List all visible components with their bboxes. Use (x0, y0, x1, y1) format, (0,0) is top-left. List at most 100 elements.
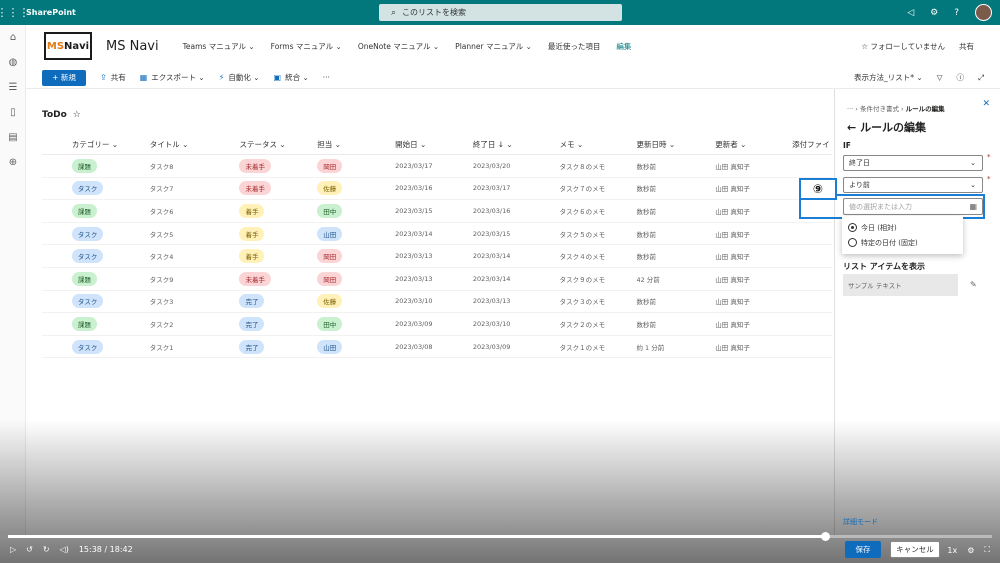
option-today-relative[interactable]: 今日 (相対) (848, 220, 957, 235)
table-row[interactable]: タスク タスク7 未着手 佐藤 2023/03/16 2023/03/17 タスク７のメモ 数… (42, 178, 832, 201)
title-cell[interactable]: タスク8 (150, 163, 174, 171)
megaphone-icon[interactable]: ◁ (907, 8, 914, 18)
modified-by-cell: 山田 真知子 (715, 207, 750, 216)
breadcrumb-more[interactable]: ··· (847, 105, 853, 113)
site-name[interactable]: MS Navi (106, 39, 159, 54)
more-button[interactable]: ··· (323, 73, 330, 82)
add-icon[interactable]: ⊕ (0, 150, 26, 175)
table-row[interactable]: 課題 タスク8 未着手 岡田 2023/03/17 2023/03/20 タスク８のメモ 数秒… (42, 155, 832, 178)
table-row[interactable]: 課題 タスク6 着手 田中 2023/03/15 2023/03/16 タスク６のメモ 数秒前… (42, 200, 832, 223)
paintbrush-icon[interactable]: ✎ (970, 280, 977, 289)
list-icon[interactable]: ☰ (0, 75, 26, 100)
advanced-mode-link[interactable]: 詳細モード (843, 517, 878, 527)
view-selector[interactable]: 表示方法_リスト* ⌄ (854, 72, 923, 83)
back-arrow-icon[interactable]: ← (847, 121, 856, 134)
filter-icon[interactable]: ▽ (937, 73, 943, 82)
panel-title: ← ルールの編集 (847, 119, 926, 135)
info-icon[interactable]: ⓘ (957, 72, 965, 83)
owner-pill: 佐藤 (317, 181, 343, 196)
table-row[interactable]: タスク タスク3 完了 佐藤 2023/03/10 2023/03/13 タスク３のメモ 数秒… (42, 291, 832, 314)
help-icon[interactable]: ? (954, 8, 959, 18)
title-cell[interactable]: タスク3 (150, 298, 174, 306)
header-end[interactable]: 終了日 ↓ ⌄ (473, 139, 560, 150)
header-title[interactable]: タイトル ⌄ (150, 139, 240, 150)
automate-button[interactable]: ⚡ 自動化 ⌄ (219, 72, 260, 83)
header-category[interactable]: カテゴリー ⌄ (72, 139, 150, 150)
owner-pill-container: 岡田 (317, 249, 395, 264)
speed-button[interactable]: 1x (947, 546, 957, 555)
title-cell[interactable]: タスク1 (150, 344, 174, 352)
table-row[interactable]: 課題 タスク9 未着手 岡田 2023/03/13 2023/03/14 タスク９のメモ 42… (42, 268, 832, 291)
header-memo[interactable]: メモ ⌄ (560, 139, 637, 150)
memo-cell-container: タスク７のメモ (560, 183, 637, 193)
table-row[interactable]: タスク タスク5 着手 山田 2023/03/14 2023/03/15 タスク５のメモ 数秒… (42, 223, 832, 246)
page-icon[interactable]: ▯ (0, 100, 26, 125)
library-icon[interactable]: ▤ (0, 125, 26, 150)
site-logo[interactable]: MS Navi (44, 32, 92, 60)
option-specific-date[interactable]: 特定の日付 (固定) (848, 235, 957, 250)
export-label: エクスポート ⌄ (151, 73, 205, 82)
globe-icon[interactable]: ◍ (0, 50, 26, 75)
volume-icon[interactable]: ◁) (60, 545, 69, 554)
cancel-button[interactable]: キャンセル (890, 541, 940, 558)
favorite-star-icon[interactable]: ☆ (73, 110, 81, 120)
fullscreen-icon[interactable]: ⛶ (984, 545, 990, 555)
new-button[interactable]: + 新規 (42, 69, 86, 86)
app-name[interactable]: SharePoint (26, 8, 76, 17)
app-launcher-icon[interactable]: ⋮⋮⋮ (0, 0, 30, 25)
nav-forms[interactable]: Forms マニュアル ⌄ (271, 41, 342, 52)
nav-teams[interactable]: Teams マニュアル ⌄ (183, 41, 255, 52)
nav-recent[interactable]: 最近使った項目 (548, 41, 601, 52)
category-pill-container: 課題 (71, 158, 150, 173)
export-button[interactable]: ▦ エクスポート ⌄ (140, 72, 205, 83)
header-start[interactable]: 開始日 ⌄ (395, 139, 473, 150)
header-attachments[interactable]: 添付ファイ (792, 139, 832, 150)
play-icon[interactable]: ▷ (10, 545, 16, 554)
breadcrumb-conditional-format[interactable]: 条件付き書式 (860, 105, 899, 113)
status-pill-container: 未着手 (239, 181, 317, 196)
required-marker: * (987, 153, 991, 161)
table-row[interactable]: 課題 タスク2 完了 田中 2023/03/09 2023/03/10 タスク２のメモ 数秒前… (42, 313, 832, 336)
nav-onenote[interactable]: OneNote マニュアル ⌄ (358, 41, 439, 52)
share-button[interactable]: ⇪ 共有 (100, 72, 126, 83)
settings-icon[interactable]: ⚙ (967, 546, 974, 555)
forward-icon[interactable]: ↻ (43, 545, 50, 554)
header-modified-by[interactable]: 更新者 ⌄ (715, 139, 792, 150)
start-date-cell-container: 2023/03/13 (395, 252, 473, 260)
search-box[interactable]: ⌕ このリストを検索 (379, 4, 622, 21)
suite-bar: ⋮⋮⋮ SharePoint ⌕ このリストを検索 ◁ ⚙ ? (0, 0, 1000, 25)
expand-icon[interactable]: ⤢ (978, 73, 984, 83)
start-date-cell-container: 2023/03/10 (395, 297, 473, 305)
gear-icon[interactable]: ⚙ (930, 8, 938, 18)
table-row[interactable]: タスク タスク1 完了 山田 2023/03/08 2023/03/09 タスク１のメモ 約 … (42, 336, 832, 359)
video-progress-bar[interactable] (8, 532, 992, 541)
follow-button[interactable]: ☆ フォローしていません (861, 41, 945, 52)
title-cell[interactable]: タスク7 (150, 185, 174, 193)
title-cell[interactable]: タスク2 (150, 321, 174, 329)
close-icon[interactable]: ✕ (982, 99, 990, 109)
end-date-cell-container: 2023/03/15 (473, 230, 560, 238)
nav-planner[interactable]: Planner マニュアル ⌄ (455, 41, 532, 52)
avatar[interactable] (975, 4, 992, 21)
modified-by-cell-container: 山田 真知子 (715, 206, 792, 216)
progress-handle[interactable] (820, 532, 830, 541)
save-button[interactable]: 保存 (845, 541, 881, 558)
category-pill-container: タスク (71, 294, 150, 309)
share-site-button[interactable]: 共有 (959, 41, 974, 52)
header-owner[interactable]: 担当 ⌄ (317, 139, 395, 150)
integrate-button[interactable]: ▣ 統合 ⌄ (274, 72, 309, 83)
end-date-cell: 2023/03/17 (472, 184, 511, 193)
title-cell[interactable]: タスク6 (150, 208, 174, 216)
header-status[interactable]: ステータス ⌄ (239, 139, 317, 150)
nav-edit[interactable]: 編集 (616, 41, 631, 52)
table-row[interactable]: タスク タスク4 着手 岡田 2023/03/13 2023/03/14 タスク４のメモ 数秒… (42, 245, 832, 268)
modified-by-cell: 山田 真知子 (715, 320, 750, 329)
header-modified[interactable]: 更新日時 ⌄ (636, 139, 715, 150)
title-cell[interactable]: タスク5 (150, 231, 174, 239)
column-dropdown[interactable]: 終了日 ⌄ (843, 155, 983, 171)
title-cell[interactable]: タスク4 (150, 253, 174, 261)
home-icon[interactable]: ⌂ (0, 25, 26, 50)
title-cell[interactable]: タスク9 (150, 276, 174, 284)
operator-dropdown[interactable]: より前 ⌄ (843, 177, 983, 193)
rewind-icon[interactable]: ↺ (26, 545, 33, 554)
